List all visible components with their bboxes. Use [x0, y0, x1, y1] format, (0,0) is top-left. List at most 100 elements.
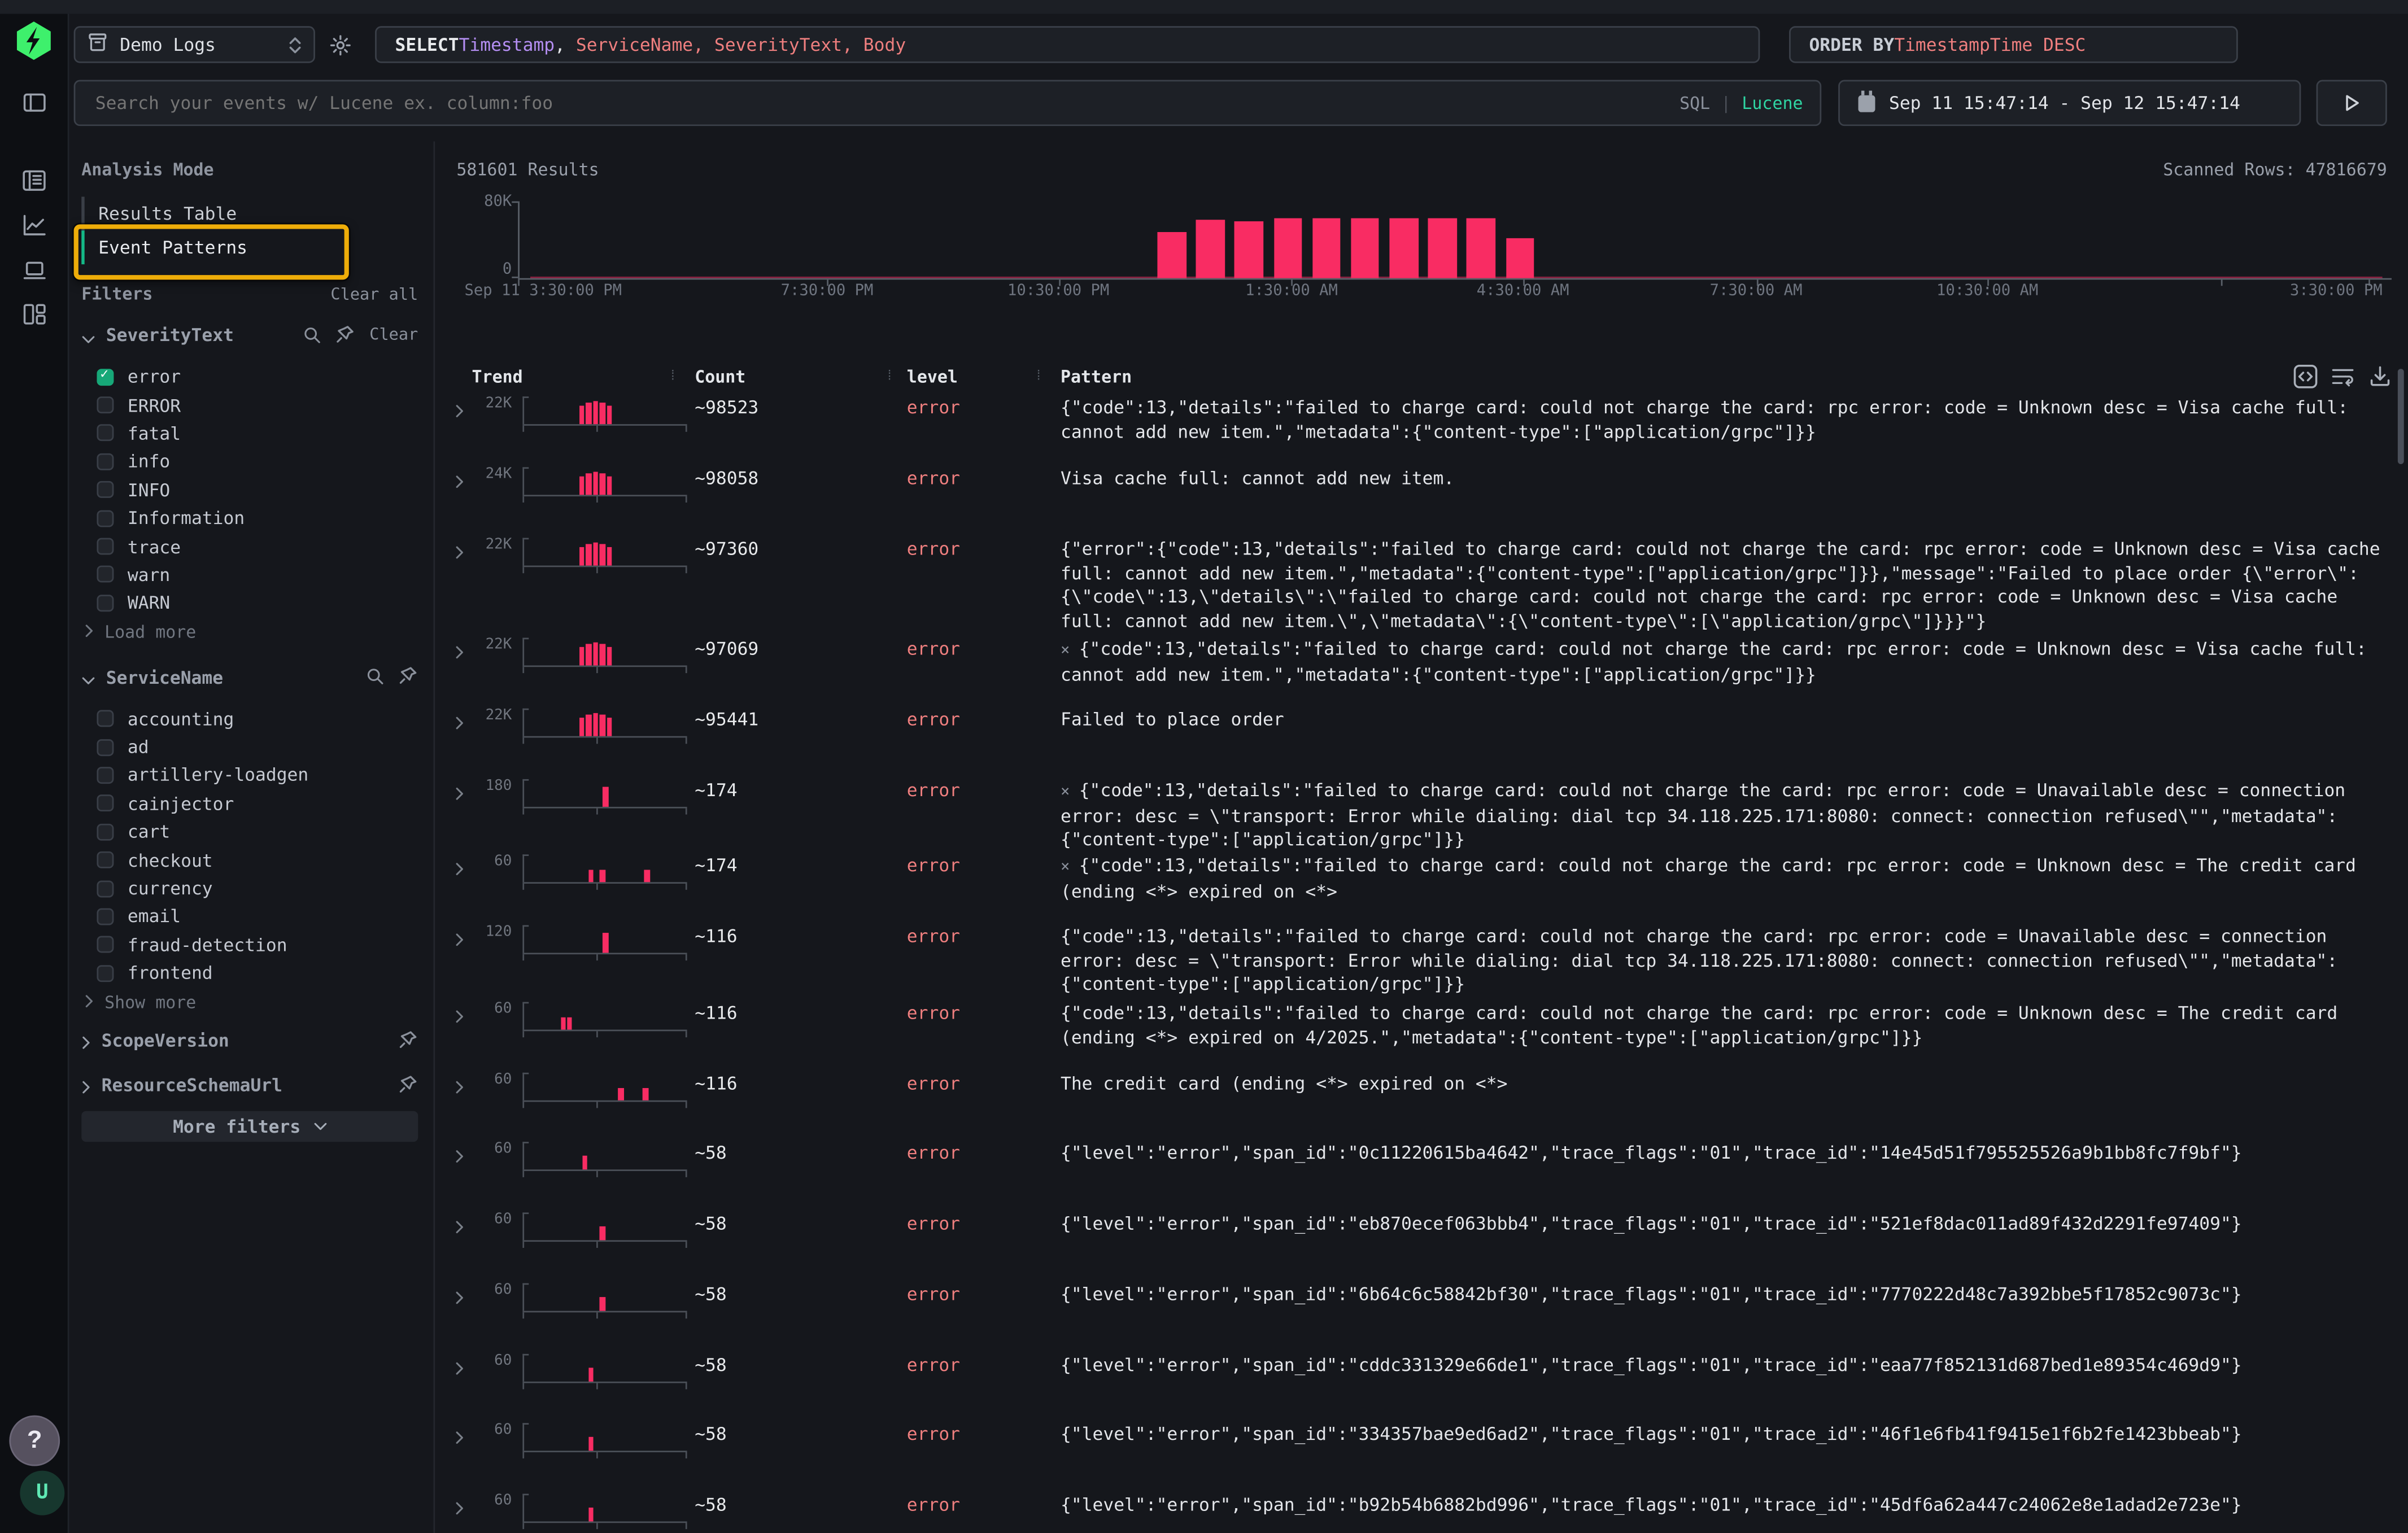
panel-toggle-icon[interactable] [0, 81, 68, 124]
pattern-x-marker[interactable]: × [1061, 643, 1070, 660]
expand-row-chevron-icon[interactable] [455, 466, 464, 495]
column-menu-dots-icon[interactable]: ⁞ [669, 369, 677, 384]
filter-option-checkout[interactable]: checkout [81, 846, 418, 874]
sidebar-item-event-patterns[interactable]: Event Patterns [81, 230, 418, 264]
col-header-pattern[interactable]: Pattern [1061, 367, 1132, 387]
expand-row-chevron-icon[interactable] [455, 924, 464, 953]
table-row[interactable]: 22K~97069error×{"code":13,"details":"fai… [435, 632, 2408, 702]
checkbox[interactable] [97, 482, 114, 499]
filter-option-artillery-loadgen[interactable]: artillery-loadgen [81, 761, 418, 789]
clear-all-link[interactable]: Clear all [330, 285, 418, 304]
col-header-trend[interactable]: Trend [472, 367, 523, 387]
checkbox[interactable] [97, 566, 114, 583]
search-input[interactable] [92, 91, 1680, 116]
table-row[interactable]: 180~174error×{"code":13,"details":"faile… [435, 773, 2408, 848]
user-avatar[interactable]: U [20, 1471, 64, 1515]
filter-option-warn[interactable]: warn [81, 561, 418, 589]
filter-option-trace[interactable]: trace [81, 532, 418, 561]
table-row[interactable]: 60~58error{"level":"error","span_id":"0c… [435, 1135, 2408, 1206]
source-settings-gear-icon[interactable] [318, 23, 361, 66]
expand-row-chevron-icon[interactable] [455, 1282, 464, 1311]
filter-group-header-resourceschemaurl[interactable]: ResourceSchemaUrl [81, 1073, 418, 1098]
checkbox-checked[interactable] [97, 368, 114, 385]
expand-row-chevron-icon[interactable] [455, 778, 464, 807]
checkbox[interactable] [97, 964, 114, 981]
filter-option-fatal[interactable]: fatal [81, 419, 418, 447]
table-row[interactable]: 60~58error{"level":"error","span_id":"cd… [435, 1348, 2408, 1417]
expand-row-chevron-icon[interactable] [455, 1211, 464, 1241]
search-icon[interactable] [303, 320, 322, 350]
source-select[interactable]: Demo Logs [74, 26, 315, 63]
column-menu-dots-icon[interactable]: ⁞ [1035, 369, 1043, 384]
column-menu-dots-icon[interactable]: ⁞ [885, 369, 894, 384]
filter-option-fraud-detection[interactable]: fraud-detection [81, 931, 418, 959]
expand-row-chevron-icon[interactable] [455, 1352, 464, 1382]
filter-option-accounting[interactable]: accounting [81, 705, 418, 733]
table-row[interactable]: 60~116errorThe credit card (ending <*> e… [435, 1067, 2408, 1135]
sidebar-item-results-table[interactable]: Results Table [81, 196, 418, 230]
filter-group-header-severitytext[interactable]: SeverityTextClear [81, 323, 418, 348]
load-more-link[interactable]: Show more [81, 990, 418, 1015]
download-icon[interactable] [2368, 364, 2392, 394]
pin-icon[interactable] [398, 1071, 418, 1100]
checkbox[interactable] [97, 908, 114, 925]
filter-option-error[interactable]: ERROR [81, 391, 418, 419]
clear-filter-link[interactable]: Clear [369, 326, 418, 344]
filter-option-info[interactable]: info [81, 447, 418, 475]
time-range-picker[interactable]: Sep 11 15:47:14 - Sep 12 15:47:14 [1838, 80, 2301, 126]
hyperdx-logo-icon[interactable] [14, 20, 54, 61]
table-row[interactable]: 60~58error{"level":"error","span_id":"33… [435, 1417, 2408, 1487]
table-row[interactable]: 22K~95441errorFailed to place order [435, 702, 2408, 773]
checkbox[interactable] [97, 396, 114, 413]
filter-group-header-servicename[interactable]: ServiceName [81, 665, 418, 689]
sql-select-editor[interactable]: SELECT Timestamp, ServiceName, SeverityT… [375, 26, 1760, 63]
table-row[interactable]: 60~116error{"code":13,"details":"failed … [435, 996, 2408, 1067]
expand-row-chevron-icon[interactable] [455, 1492, 464, 1522]
expand-row-chevron-icon[interactable] [455, 1422, 464, 1451]
expand-row-chevron-icon[interactable] [455, 395, 464, 424]
checkbox[interactable] [97, 710, 114, 727]
pin-icon[interactable] [335, 320, 355, 350]
expand-row-chevron-icon[interactable] [455, 536, 464, 566]
checkbox[interactable] [97, 453, 114, 470]
col-header-level[interactable]: level [907, 367, 958, 387]
results-histogram[interactable]: Sep 11 3:30:00 PM7:30:00 PM10:30:00 PM1:… [518, 200, 2392, 308]
checkbox[interactable] [97, 595, 114, 612]
table-row[interactable]: 60~58error{"level":"error","span_id":"b9… [435, 1488, 2408, 1532]
mode-sql-toggle[interactable]: SQL [1680, 93, 1710, 113]
checkbox[interactable] [97, 538, 114, 555]
dashboards-grid-icon[interactable] [0, 294, 68, 337]
scrollbar-thumb[interactable] [2398, 369, 2404, 464]
expand-row-chevron-icon[interactable] [455, 1071, 464, 1100]
filter-option-email[interactable]: email [81, 902, 418, 931]
checkbox[interactable] [97, 739, 114, 755]
search-icon[interactable] [366, 662, 385, 692]
order-by-editor[interactable]: ORDER BY TimestampTime DESC [1789, 26, 2238, 63]
filter-option-cainjector[interactable]: cainjector [81, 789, 418, 818]
pattern-x-marker[interactable]: × [1061, 859, 1070, 876]
expand-row-chevron-icon[interactable] [455, 1141, 464, 1170]
table-row[interactable]: 60~58error{"level":"error","span_id":"6b… [435, 1277, 2408, 1348]
checkbox[interactable] [97, 851, 114, 868]
run-query-button[interactable] [2317, 80, 2387, 126]
filter-option-error[interactable]: error [81, 362, 418, 391]
filter-option-cart[interactable]: cart [81, 818, 418, 846]
filter-option-ad[interactable]: ad [81, 733, 418, 761]
checkbox[interactable] [97, 936, 114, 953]
sessions-laptop-icon[interactable] [0, 249, 68, 292]
checkbox[interactable] [97, 823, 114, 840]
table-row[interactable]: 60~58error{"level":"error","span_id":"eb… [435, 1207, 2408, 1277]
table-row[interactable]: 24K~98058errorVisa cache full: cannot ad… [435, 461, 2408, 532]
filter-option-frontend[interactable]: frontend [81, 959, 418, 987]
expand-row-chevron-icon[interactable] [455, 853, 464, 883]
table-row[interactable]: 22K~97360error{"error":{"code":13,"detai… [435, 532, 2408, 632]
table-row[interactable]: 120~116error{"code":13,"details":"failed… [435, 919, 2408, 996]
filter-group-header-scopeversion[interactable]: ScopeVersion [81, 1029, 418, 1054]
col-header-count[interactable]: Count [695, 367, 745, 387]
logs-search-icon[interactable] [0, 160, 68, 203]
checkbox[interactable] [97, 510, 114, 527]
filter-option-information[interactable]: Information [81, 504, 418, 532]
help-button[interactable]: ? [9, 1416, 60, 1466]
expand-row-chevron-icon[interactable] [455, 1001, 464, 1030]
checkbox[interactable] [97, 425, 114, 442]
